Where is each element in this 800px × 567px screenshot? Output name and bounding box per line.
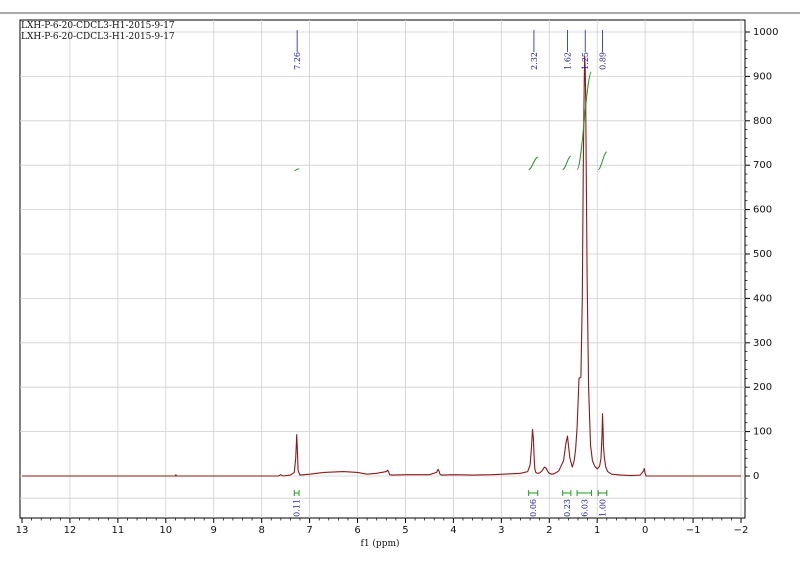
x-tick-label: 7 <box>306 525 312 536</box>
chart-title-line-1: LXH-P-6-20-CDCL3-H1-2015-9-17 <box>21 21 175 31</box>
chart-title-line-2: LXH-P-6-20-CDCL3-H1-2015-9-17 <box>21 32 175 42</box>
integral-value: 6.03 <box>580 499 589 517</box>
x-tick-label: −1 <box>686 525 701 536</box>
x-tick-label: 3 <box>498 525 504 536</box>
x-tick-label: 5 <box>402 525 408 536</box>
integral-curve <box>562 155 572 171</box>
y-tick-label: 1000 <box>753 27 778 38</box>
y-tick-label: 800 <box>753 116 772 127</box>
spectrum-line <box>22 55 741 477</box>
x-axis-label: f1 (ppm) <box>361 538 400 549</box>
x-tick-label: −2 <box>734 525 749 536</box>
y-tick-label: 100 <box>753 427 772 438</box>
peak-labels: 7.26 2.32 1.62 1.25 0.89 <box>293 30 607 70</box>
y-tick-label: 400 <box>753 293 772 304</box>
integral-value: 0.11 <box>293 499 302 517</box>
integral-value: 0.06 <box>529 499 538 517</box>
y-tick-label: 0 <box>753 471 759 482</box>
x-tick-label: 12 <box>64 525 77 536</box>
x-tick-label: 1 <box>594 525 600 536</box>
nmr-spectrum-chart: 0.11 0.06 0.23 6.03 1.00 7.26 2.32 1.62 1.25 0.8… <box>0 12 800 549</box>
axis-ticks: 13 12 11 10 9 8 7 6 5 4 3 2 1 0 −1 −2100090080070060050… <box>16 27 779 536</box>
x-tick-label: 6 <box>354 525 360 536</box>
plot-border <box>19 19 746 519</box>
plot-frame <box>0 12 800 519</box>
integral-value: 0.23 <box>563 499 572 517</box>
integrals: 0.11 0.06 0.23 6.03 1.00 <box>293 71 608 517</box>
x-tick-label: 13 <box>16 525 29 536</box>
integral-value: 1.00 <box>598 499 607 517</box>
integral-curve <box>597 151 608 171</box>
x-tick-label: 2 <box>546 525 552 536</box>
y-tick-label: 700 <box>753 160 772 171</box>
x-tick-label: 0 <box>642 525 648 536</box>
peak-label: 1.25 <box>581 52 590 70</box>
grid <box>20 20 745 518</box>
peak-label: 1.62 <box>563 52 572 70</box>
x-tick-label: 11 <box>111 525 124 536</box>
y-tick-label: 900 <box>753 71 772 82</box>
y-tick-label: 600 <box>753 205 772 216</box>
peak-label: 0.89 <box>598 52 607 70</box>
x-tick-label: 8 <box>258 525 264 536</box>
peak-label: 2.32 <box>530 52 539 70</box>
x-tick-label: 9 <box>211 525 217 536</box>
y-tick-label: 500 <box>753 249 772 260</box>
integral-curve <box>294 168 300 171</box>
peak-label: 7.26 <box>293 52 302 70</box>
x-tick-label: 10 <box>159 525 172 536</box>
spectrum-trace <box>22 55 741 477</box>
y-tick-label: 200 <box>753 382 772 393</box>
integral-curve <box>528 156 538 171</box>
y-tick-label: 300 <box>753 338 772 349</box>
x-tick-label: 4 <box>450 525 456 536</box>
